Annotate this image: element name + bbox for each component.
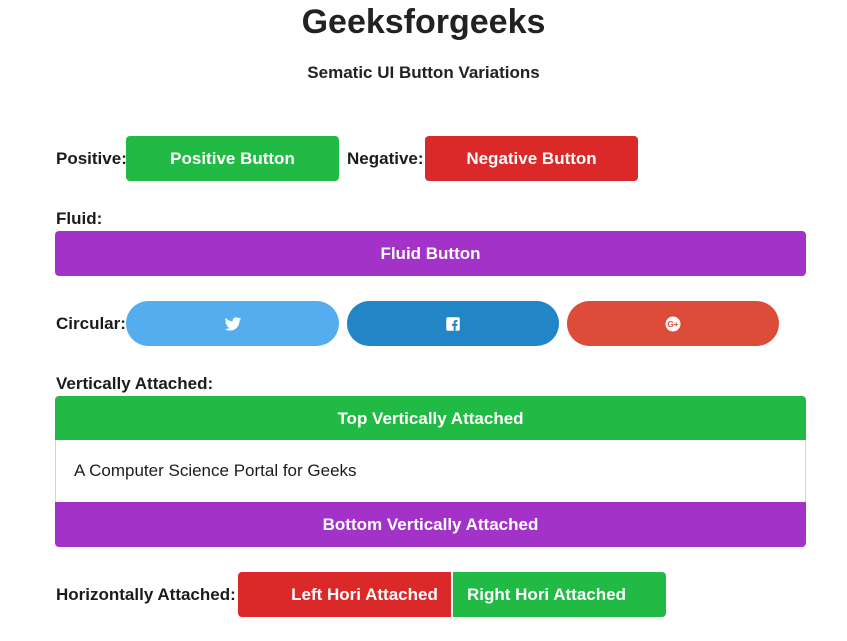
segment-text: A Computer Science Portal for Geeks	[74, 461, 357, 480]
facebook-button[interactable]	[347, 301, 559, 346]
vertical-label: Vertically Attached:	[56, 374, 214, 393]
twitter-icon	[224, 316, 241, 331]
positive-button[interactable]: Positive Button	[126, 136, 339, 181]
circular-label: Circular:	[56, 314, 126, 333]
page-title: Geeksforgeeks	[301, 3, 546, 41]
facebook-icon	[446, 316, 460, 331]
negative-label: Negative:	[347, 149, 424, 168]
positive-label: Positive:	[56, 149, 127, 168]
google-plus-button[interactable]: G+	[567, 301, 779, 346]
negative-button[interactable]: Negative Button	[425, 136, 638, 181]
page-subtitle: Sematic UI Button Variations	[307, 63, 540, 82]
left-attached-button[interactable]: Left Hori Attached	[238, 572, 451, 617]
right-attached-button[interactable]: Right Hori Attached	[453, 572, 666, 617]
bottom-attached-button[interactable]: Bottom Vertically Attached	[55, 502, 806, 547]
horizontal-label: Horizontally Attached:	[56, 585, 236, 604]
google-plus-icon: G+	[665, 316, 681, 331]
twitter-button[interactable]	[126, 301, 339, 346]
top-attached-button[interactable]: Top Vertically Attached	[55, 396, 806, 441]
fluid-label: Fluid:	[56, 209, 103, 228]
attached-segment: A Computer Science Portal for Geeks	[55, 440, 806, 502]
svg-text:G+: G+	[667, 320, 678, 329]
fluid-button[interactable]: Fluid Button	[55, 231, 806, 276]
